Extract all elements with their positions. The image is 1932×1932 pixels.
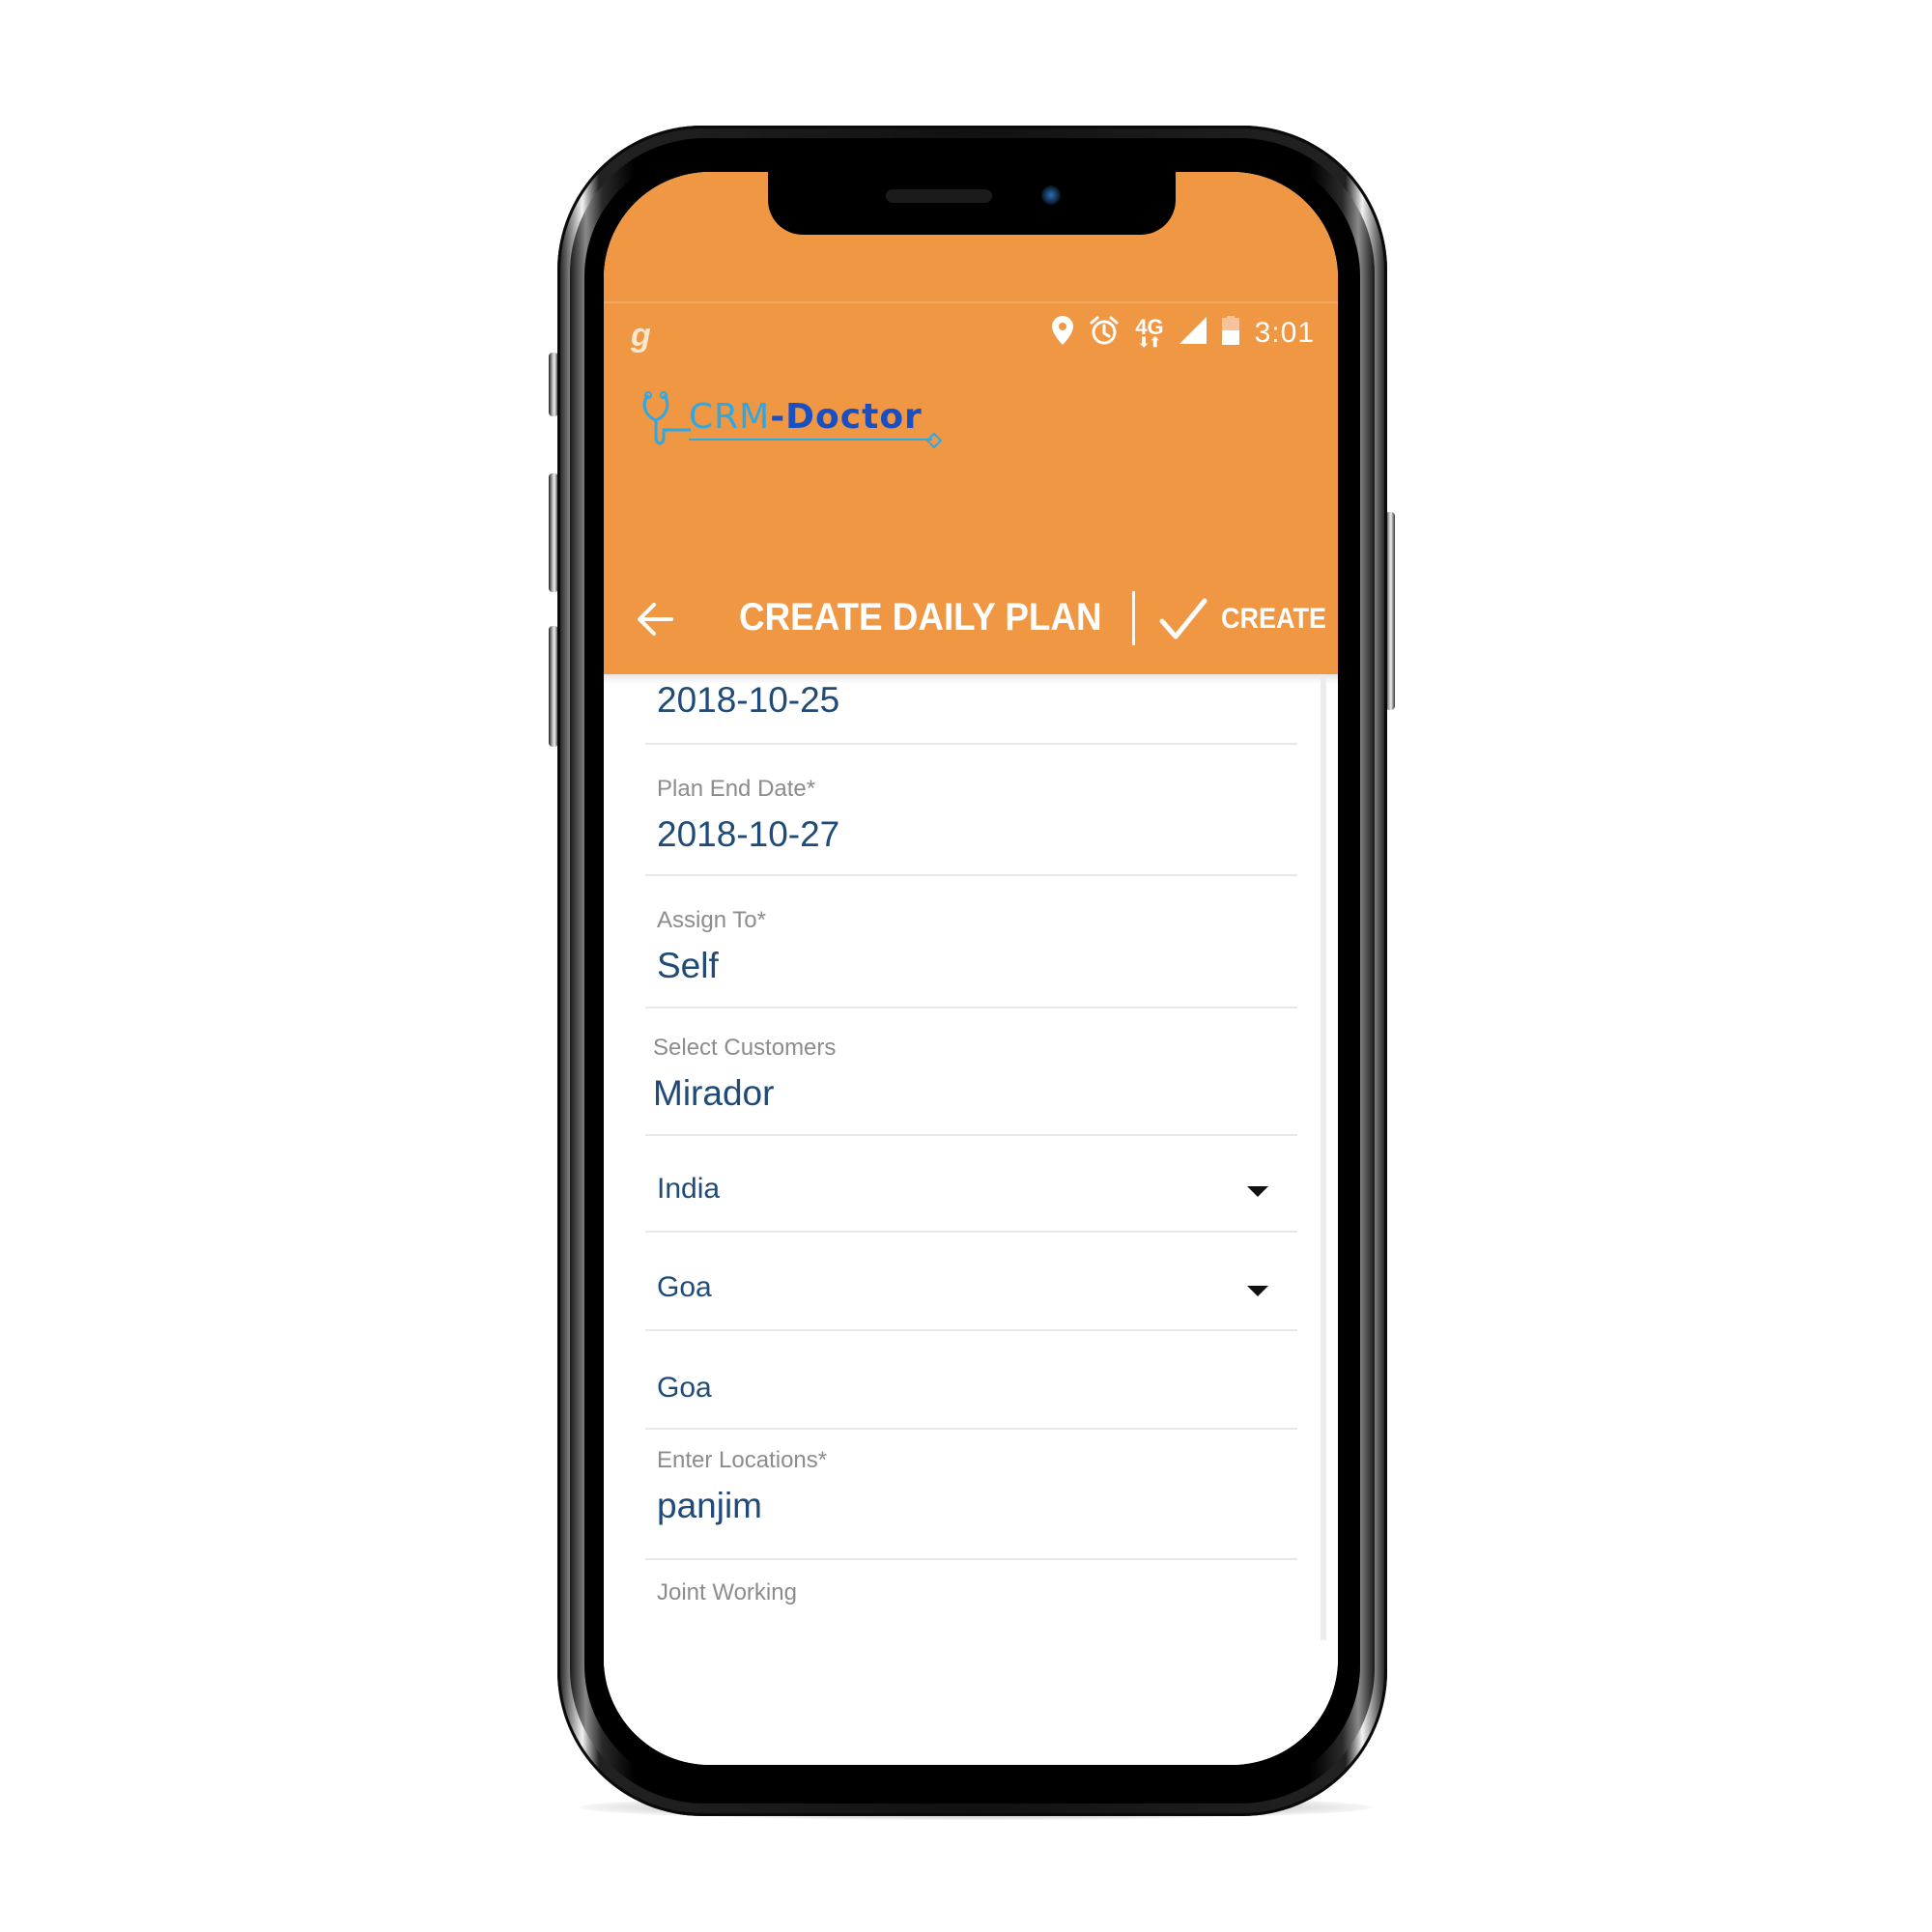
signal-icon <box>1179 317 1207 349</box>
app-header: g 4G ⬇⬆ 3:01 CRM-Doctor CREATE DAILY PLA… <box>604 172 1338 674</box>
form-content: 2018-10-25 Plan End Date* 2018-10-27 Ass… <box>604 674 1338 1765</box>
plan-start-date-value: 2018-10-25 <box>657 680 840 720</box>
back-button[interactable] <box>633 597 677 641</box>
status-icons: 4G ⬇⬆ 3:01 <box>1052 315 1315 351</box>
location-icon <box>1052 316 1074 350</box>
4g-data-icon: 4G ⬇⬆ <box>1135 316 1163 350</box>
state-dropdown[interactable]: Goa <box>645 1233 1297 1331</box>
state-value: Goa <box>657 1271 712 1303</box>
phone-screen: g 4G ⬇⬆ 3:01 CRM-Doctor CREATE DAILY PLA… <box>604 172 1338 1765</box>
battery-icon <box>1221 316 1239 350</box>
assign-to-value: Self <box>657 946 719 985</box>
app-notification-icon: g <box>631 317 651 354</box>
create-label: CREATE <box>1221 603 1327 635</box>
joint-working-field[interactable]: Joint Working <box>645 1560 1297 1637</box>
logo-underline <box>689 439 932 440</box>
logo-node <box>925 432 943 449</box>
locations-input[interactable]: panjim <box>657 1486 762 1526</box>
scroll-edge <box>1321 674 1326 1640</box>
toolbar-divider <box>1132 591 1135 645</box>
crm-doctor-logo: CRM-Doctor <box>642 391 943 449</box>
logo-crm: CRM <box>689 397 771 437</box>
chevron-down-icon[interactable] <box>1247 1286 1268 1296</box>
phone-notch <box>768 172 1176 235</box>
select-customers-value: Mirador <box>653 1073 775 1113</box>
front-camera <box>1041 185 1061 205</box>
select-customers-label: Select Customers <box>653 1035 837 1061</box>
plan-end-date-label: Plan End Date* <box>657 776 816 802</box>
clock: 3:01 <box>1254 316 1315 349</box>
joint-working-label: Joint Working <box>657 1579 797 1605</box>
logo-text: CRM-Doctor <box>689 397 923 437</box>
toolbar: CREATE DAILY PLAN CREATE <box>604 578 1338 660</box>
plan-end-date-field[interactable]: Plan End Date* 2018-10-27 <box>645 745 1297 877</box>
logo-doctor: -Doctor <box>770 397 923 437</box>
data-arrows: ⬇⬆ <box>1138 333 1161 350</box>
city-value: Goa <box>657 1372 712 1404</box>
locations-field[interactable]: Enter Locations* panjim <box>645 1430 1297 1560</box>
assign-to-label: Assign To* <box>657 907 766 933</box>
city-field[interactable]: Goa <box>645 1331 1297 1430</box>
status-bar: g 4G ⬇⬆ 3:01 <box>604 307 1338 365</box>
alarm-icon <box>1089 315 1120 351</box>
page-title: CREATE DAILY PLAN <box>739 596 1102 639</box>
assign-to-field[interactable]: Assign To* Self <box>645 876 1297 1009</box>
status-separator <box>604 301 1338 303</box>
country-dropdown[interactable]: India <box>645 1136 1297 1233</box>
check-icon <box>1159 598 1208 639</box>
speaker-grille <box>886 189 992 203</box>
plan-end-date-value: 2018-10-27 <box>657 814 840 854</box>
country-value: India <box>657 1173 721 1205</box>
arrow-left-icon <box>638 603 673 636</box>
locations-label: Enter Locations* <box>657 1447 828 1473</box>
plan-start-date-field[interactable]: 2018-10-25 <box>645 674 1297 745</box>
stethoscope-icon <box>642 391 691 454</box>
create-button[interactable]: CREATE <box>1159 591 1338 647</box>
chevron-down-icon[interactable] <box>1247 1186 1268 1197</box>
select-customers-field[interactable]: Select Customers Mirador <box>645 1008 1297 1136</box>
